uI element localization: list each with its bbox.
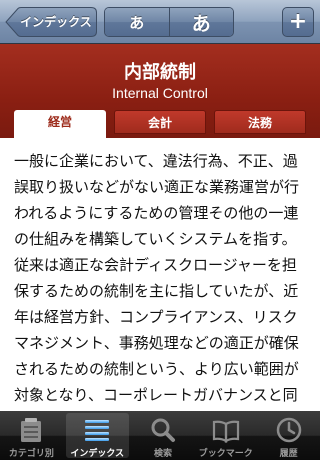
index-list-icon bbox=[66, 415, 129, 445]
tabbar-label-history: 履歴 bbox=[279, 449, 298, 459]
bottom-tab-bar: カテゴリ別 インデックス 検索 ブックマーク 履歴 bbox=[0, 411, 320, 460]
search-icon bbox=[132, 415, 195, 445]
back-button[interactable]: インデックス bbox=[5, 7, 97, 37]
back-button-label: インデックス bbox=[20, 15, 92, 29]
font-size-segmented-control[interactable]: あ あ bbox=[104, 7, 234, 37]
category-tabs: 経営 会計 法務 bbox=[0, 110, 320, 138]
tab-management[interactable]: 経営 bbox=[14, 110, 106, 138]
tabbar-label-bookmark: ブックマーク bbox=[198, 449, 253, 459]
term-title-english: Internal Control bbox=[112, 85, 208, 101]
tabbar-item-bookmark[interactable]: ブックマーク bbox=[194, 411, 257, 460]
definition-text: 一般に企業において、違法行為、不正、過誤取り扱いなどがない適正な業務運営が行われ… bbox=[14, 152, 300, 404]
definition-body[interactable]: 一般に企業において、違法行為、不正、過誤取り扱いなどがない適正な業務運営が行われ… bbox=[14, 148, 310, 410]
term-title-japanese: 内部統制 bbox=[124, 62, 196, 83]
history-clock-icon bbox=[257, 415, 320, 445]
term-header: 内部統制 Internal Control 経営 会計 法務 bbox=[0, 44, 320, 138]
tabbar-label-index: インデックス bbox=[70, 449, 125, 459]
category-icon bbox=[0, 415, 63, 445]
tabbar-item-category[interactable]: カテゴリ別 bbox=[0, 411, 63, 460]
tabbar-item-search[interactable]: 検索 bbox=[132, 411, 195, 460]
bookmark-book-icon bbox=[194, 415, 257, 445]
tabbar-label-category: カテゴリ別 bbox=[8, 449, 54, 459]
tabbar-label-search: 検索 bbox=[153, 449, 172, 459]
tabbar-item-index[interactable]: インデックス bbox=[65, 413, 129, 459]
tab-accounting[interactable]: 会計 bbox=[114, 110, 206, 134]
tab-legal[interactable]: 法務 bbox=[214, 110, 306, 134]
tabbar-item-history[interactable]: 履歴 bbox=[257, 411, 320, 460]
navigation-bar: インデックス あ あ + bbox=[0, 0, 320, 44]
font-size-small-segment[interactable]: あ bbox=[105, 8, 170, 36]
add-bookmark-button[interactable]: + bbox=[282, 7, 314, 37]
font-size-large-segment[interactable]: あ bbox=[169, 8, 233, 36]
